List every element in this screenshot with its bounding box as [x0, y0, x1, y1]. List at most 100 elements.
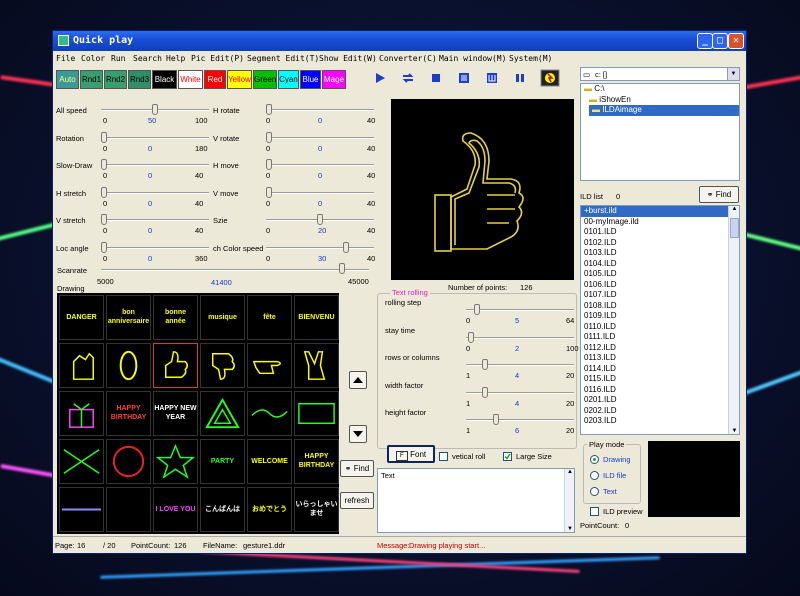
text_rolling.sliders-thumb[interactable]: [474, 304, 481, 315]
ild-file-item[interactable]: 0101.ILD: [581, 227, 739, 238]
loop-icon[interactable]: [401, 71, 415, 85]
thumbnail-cell[interactable]: [59, 391, 104, 436]
play-mode-text-radio[interactable]: [590, 487, 599, 496]
menu-converter[interactable]: Converter(C): [379, 54, 437, 63]
ild-file-item[interactable]: 0106.ILD: [581, 280, 739, 291]
play-mode-ild-radio[interactable]: [590, 471, 599, 480]
text-area-scrollbar[interactable]: ▲ ▼: [564, 469, 574, 532]
find-button[interactable]: ⚭ Find: [340, 460, 374, 477]
ild-file-item[interactable]: 0103.ILD: [581, 248, 739, 259]
ild-file-list[interactable]: +burst.ild 00-myImage.ild 0101.ILD 0102.ILD…: [580, 205, 740, 435]
ild-file-item[interactable]: 0104.ILD: [581, 259, 739, 270]
thumbnail-cell[interactable]: [59, 487, 104, 532]
scanrate-track[interactable]: [101, 269, 369, 271]
left_sliders-thumb[interactable]: [101, 131, 107, 143]
scanrate-slider[interactable]: [339, 263, 346, 274]
thumbnail-cell[interactable]: fête: [247, 295, 292, 340]
left_sliders-thumb[interactable]: [152, 104, 158, 115]
ild-file-item[interactable]: 0108.ILD: [581, 301, 739, 312]
ild-file-item[interactable]: 0111.ILD: [581, 332, 739, 343]
menu-segment-edit[interactable]: Segment Edit(T): [247, 54, 319, 63]
text_rolling.sliders-track[interactable]: [466, 309, 574, 311]
thumbnail-cell[interactable]: BIENVENU: [294, 295, 339, 340]
stop-icon[interactable]: [429, 71, 443, 85]
right_sliders-thumb[interactable]: [266, 131, 272, 143]
left_sliders-thumb[interactable]: [101, 214, 107, 225]
menu-main-window[interactable]: Main window(M): [439, 54, 506, 63]
thumbnail-cell[interactable]: [106, 487, 151, 532]
menu-show-edit[interactable]: Show Edit(W): [319, 54, 377, 63]
text_rolling.sliders-track[interactable]: [466, 419, 574, 421]
ild-find-button[interactable]: ⚭ Find: [699, 186, 739, 203]
ild-file-item[interactable]: 0114.ILD: [581, 364, 739, 375]
thumbnail-cell[interactable]: I LOVE YOU: [153, 487, 198, 532]
thumbnail-cell[interactable]: HAPPY BIRTHDAY: [106, 391, 151, 436]
ild-list-scrollbar[interactable]: ▲ ▼: [728, 206, 739, 434]
chevron-down-icon[interactable]: ▼: [727, 68, 739, 80]
text_rolling.sliders-track[interactable]: [466, 336, 574, 339]
left_sliders-track[interactable]: [101, 246, 209, 249]
thumbnail-cell[interactable]: PARTY: [200, 439, 245, 484]
ild-file-item[interactable]: 0203.ILD: [581, 416, 739, 427]
ild-file-item[interactable]: 0105.ILD: [581, 269, 739, 280]
close-button[interactable]: ✕: [728, 33, 744, 49]
menu-pic-edit[interactable]: Pic Edit(P): [191, 54, 244, 63]
right_sliders-track[interactable]: [266, 109, 374, 111]
thumbnail-cell[interactable]: bon anniversaire: [106, 295, 151, 340]
color-button-mage[interactable]: Mage: [322, 70, 346, 89]
vertical-roll-checkbox[interactable]: [439, 452, 448, 461]
left_sliders-track[interactable]: [101, 136, 209, 139]
ild-file-item[interactable]: 00-myImage.ild: [581, 217, 739, 228]
left_sliders-track[interactable]: [101, 164, 209, 166]
segment-icon[interactable]: [457, 71, 471, 85]
font-button[interactable]: F Font: [387, 445, 435, 463]
left_sliders-track[interactable]: [101, 219, 209, 221]
pause-icon[interactable]: [513, 71, 527, 85]
ild-file-item[interactable]: 0113.ILD: [581, 353, 739, 364]
right_sliders-track[interactable]: [266, 136, 374, 139]
color-button-rnd3[interactable]: Rnd3: [128, 70, 151, 89]
thumbnail-cell[interactable]: musique: [200, 295, 245, 340]
color-button-yellow[interactable]: Yellow: [227, 70, 252, 89]
thumbnail-cell[interactable]: [294, 391, 339, 436]
folder-item[interactable]: ▬ C:\: [581, 84, 739, 95]
ild-file-item[interactable]: 0109.ILD: [581, 311, 739, 322]
thumbnail-cell[interactable]: [59, 439, 104, 484]
folder-item[interactable]: ▬ iShowEn: [581, 95, 739, 106]
thumbnail-cell[interactable]: [153, 343, 198, 388]
thumbnail-cell[interactable]: こんばんは: [200, 487, 245, 532]
right_sliders-thumb[interactable]: [317, 214, 323, 225]
right_sliders-track[interactable]: [266, 164, 374, 166]
thumbnail-cell[interactable]: [247, 391, 292, 436]
thumbnail-cell[interactable]: HAPPY BIRTHDAY: [294, 439, 339, 484]
thumbnail-cell[interactable]: おめでとう: [247, 487, 292, 532]
left_sliders-thumb[interactable]: [101, 186, 107, 198]
color-button-rnd2[interactable]: Rnd2: [104, 70, 127, 89]
minimize-button[interactable]: _: [697, 33, 713, 49]
thumbnail-cell[interactable]: [200, 391, 245, 436]
color-button-blue[interactable]: Blue: [300, 70, 321, 89]
menu-help[interactable]: Help: [166, 54, 185, 63]
text_rolling.sliders-thumb[interactable]: [482, 386, 489, 398]
text_rolling.sliders-thumb[interactable]: [482, 359, 489, 370]
right_sliders-track[interactable]: [266, 246, 374, 249]
ild-file-item[interactable]: 0110.ILD: [581, 322, 739, 333]
thumbnail-cell[interactable]: WELCOME: [247, 439, 292, 484]
thumbnail-cell[interactable]: [247, 343, 292, 388]
right_sliders-track[interactable]: [266, 191, 374, 194]
ild-file-item[interactable]: +burst.ild: [581, 206, 739, 217]
thumbnail-cell[interactable]: [200, 343, 245, 388]
color-button-rnd1[interactable]: Rnd1: [80, 70, 103, 89]
large-size-checkbox[interactable]: [503, 452, 512, 461]
text_rolling.sliders-thumb[interactable]: [492, 414, 499, 425]
ild-file-item[interactable]: 0116.ILD: [581, 385, 739, 396]
maximize-button[interactable]: □: [712, 33, 728, 49]
scroll-up-button[interactable]: [349, 371, 367, 389]
show-icon[interactable]: [485, 71, 499, 85]
menu-run[interactable]: Run: [111, 54, 125, 63]
right_sliders-thumb[interactable]: [266, 159, 272, 170]
folder-tree[interactable]: ▬ C:\ ▬ iShowEn ▬ ILDAimage: [580, 83, 740, 181]
menu-color[interactable]: Color: [81, 54, 105, 63]
ild-file-item[interactable]: 0112.ILD: [581, 343, 739, 354]
left_sliders-track[interactable]: [101, 191, 209, 194]
